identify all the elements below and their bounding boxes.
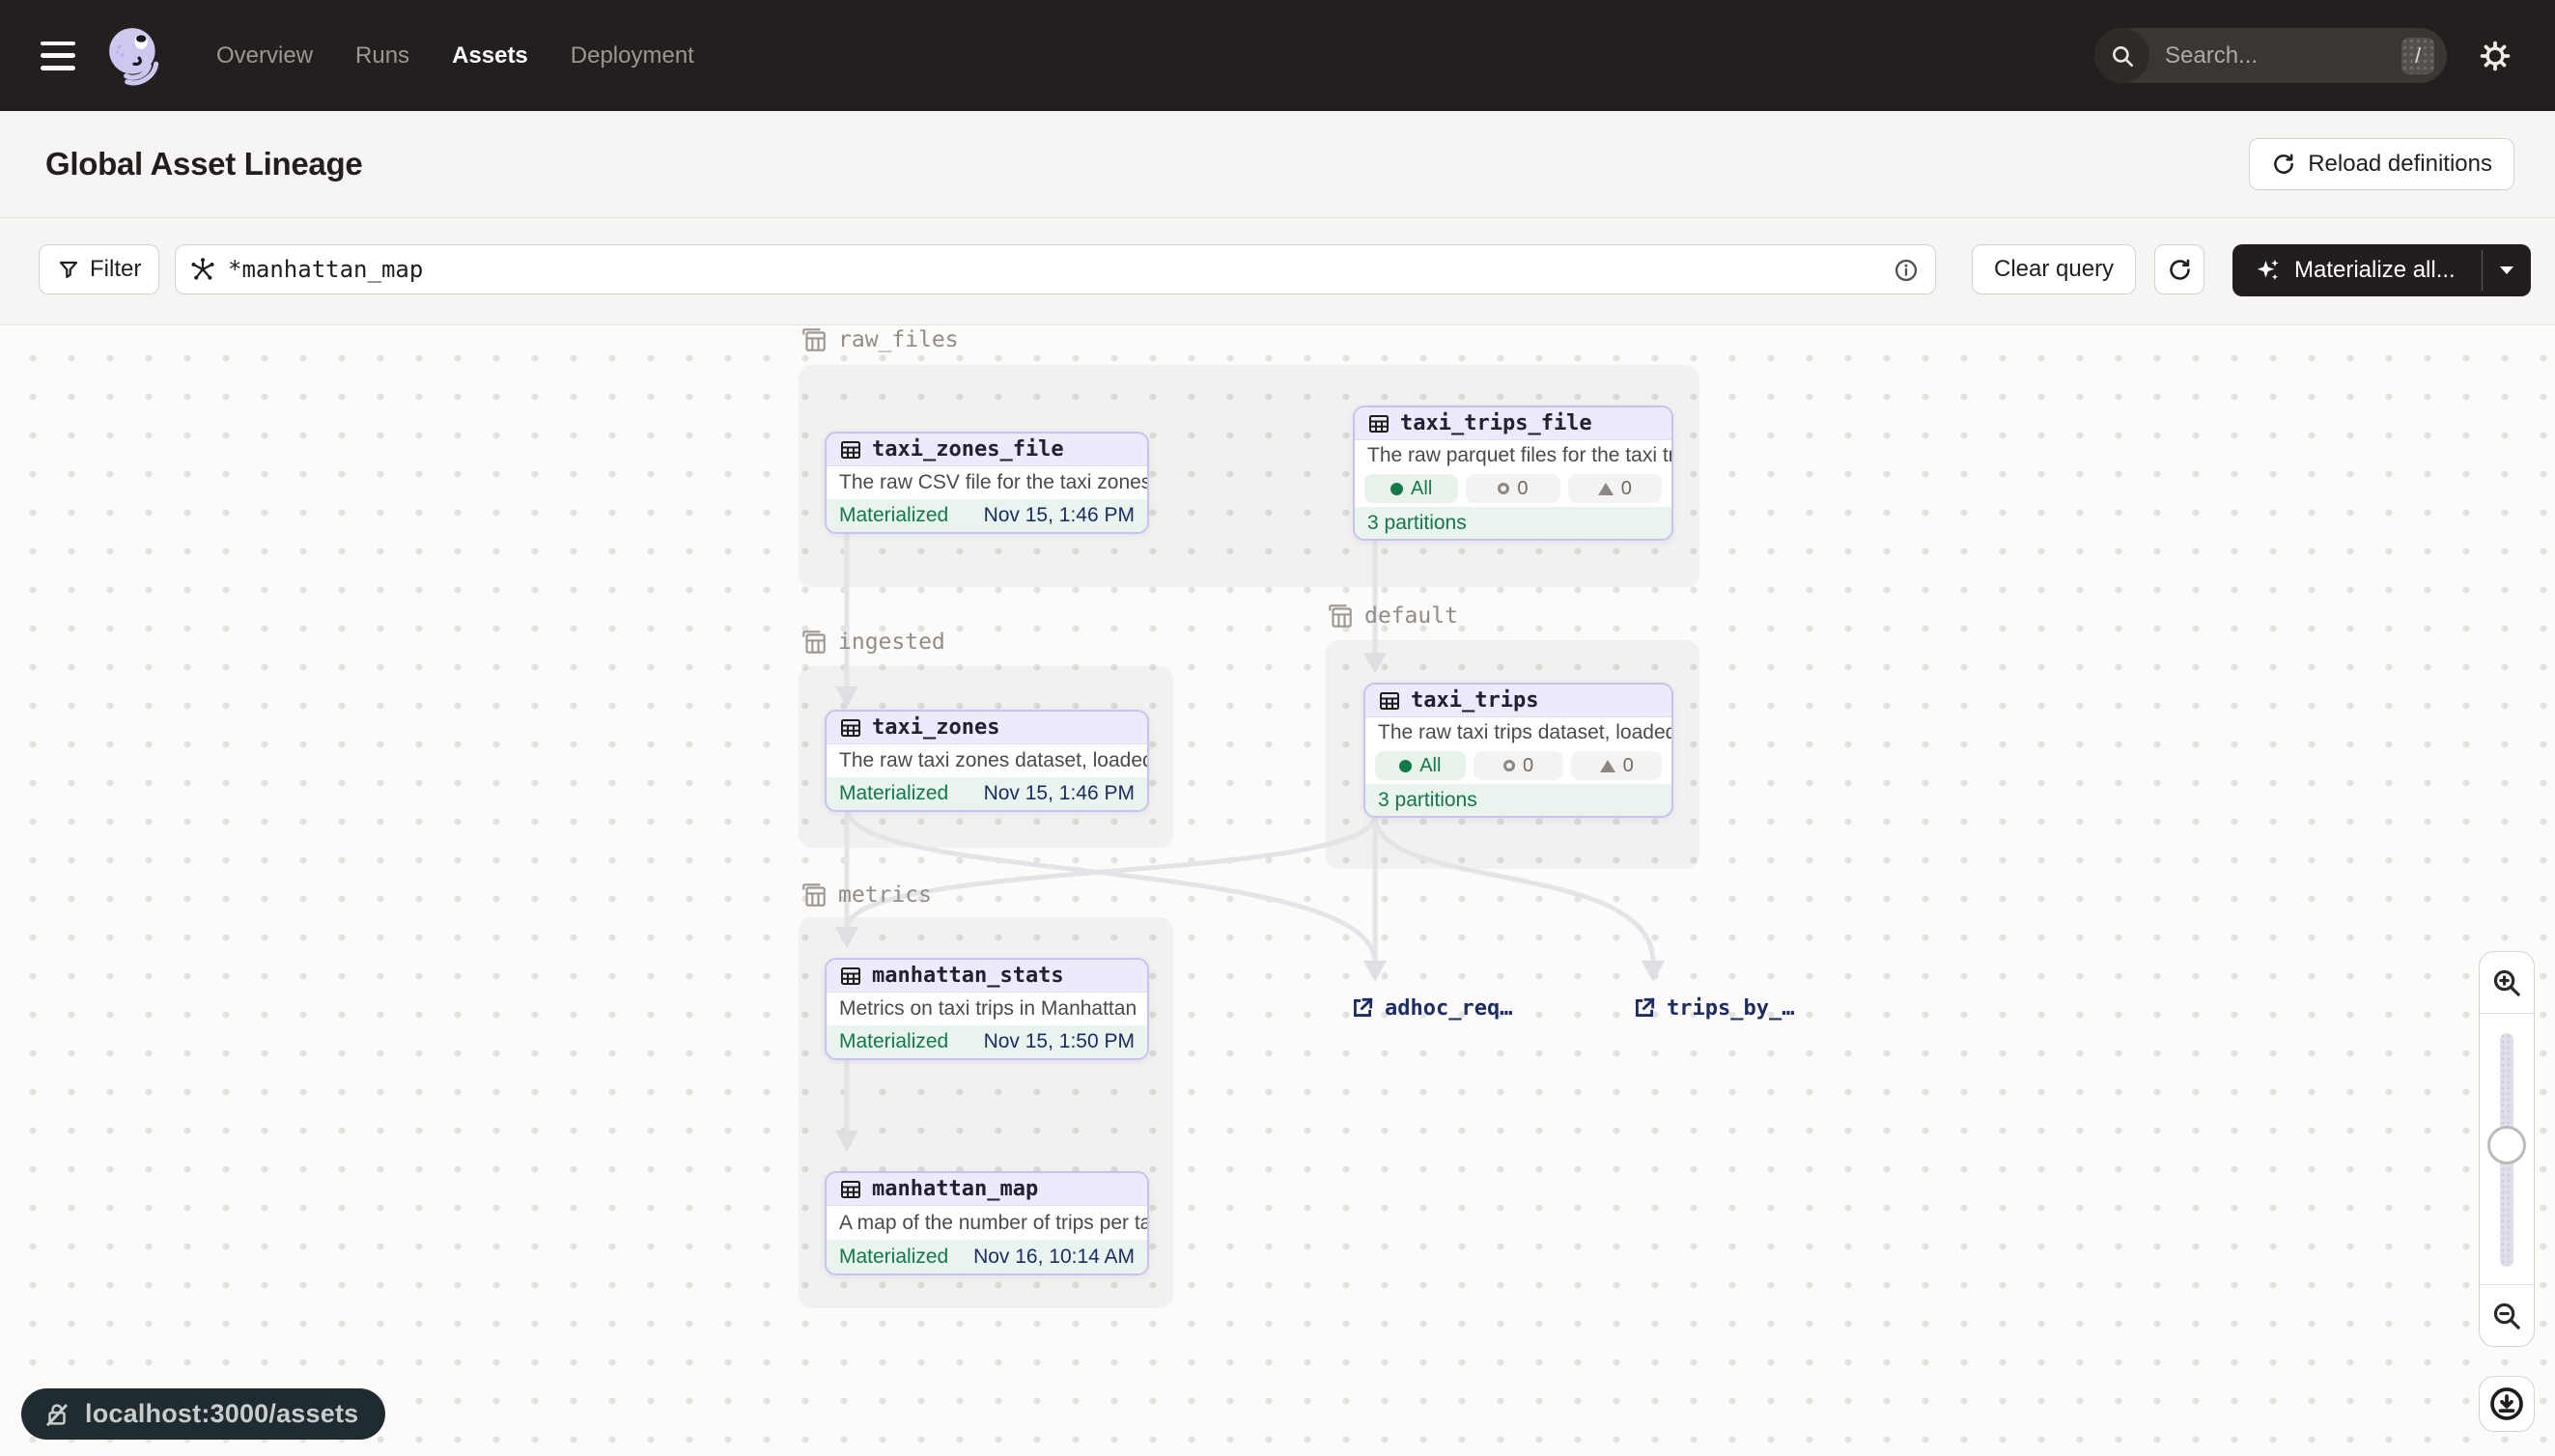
partitions-materialized-badge[interactable]: All (1375, 751, 1466, 780)
group-label-metrics[interactable]: metrics (800, 881, 932, 910)
zoom-control-panel (2479, 951, 2535, 1347)
materialize-dropdown-button[interactable] (2483, 244, 2531, 296)
table-icon (839, 1178, 862, 1201)
triangle-icon (1600, 760, 1615, 772)
dagster-logo (104, 24, 168, 88)
zoom-in-button[interactable] (2480, 952, 2534, 1014)
browser-url-pill: localhost:3000/assets (21, 1388, 385, 1440)
menu-icon[interactable] (41, 42, 77, 70)
asset-group-icon (800, 881, 828, 910)
status-badge: Materialized (839, 782, 948, 805)
reload-definitions-button[interactable]: Reload definitions (2249, 138, 2514, 190)
search-shortcut-badge: / (2401, 38, 2434, 74)
lineage-canvas[interactable]: raw_files ingested default metrics taxi_… (0, 325, 2555, 1456)
page-header: Global Asset Lineage Reload definitions (0, 111, 2555, 218)
refresh-icon (2271, 152, 2296, 177)
materialization-timestamp[interactable]: Nov 15, 1:46 PM (984, 782, 1135, 805)
external-link-icon (1350, 995, 1375, 1021)
download-icon (2487, 1385, 2526, 1423)
zoom-out-button[interactable] (2480, 1284, 2534, 1346)
lineage-toolbar: Filter Clear query (0, 218, 2555, 325)
sparkle-icon (2254, 256, 2283, 285)
asset-group-icon (800, 325, 828, 354)
asset-node-manhattan-map[interactable]: manhattan_map A map of the number of tri… (825, 1171, 1149, 1275)
partition-count: 3 partitions (1378, 789, 1477, 812)
asset-selection-input[interactable] (228, 256, 1881, 283)
materialization-timestamp[interactable]: Nov 15, 1:50 PM (984, 1030, 1135, 1053)
node-description: The raw CSV file for the taxi zones dat… (827, 466, 1147, 499)
lock-slash-icon (42, 1400, 71, 1429)
info-icon[interactable] (1893, 257, 1920, 284)
tab-assets[interactable]: Assets (452, 42, 528, 70)
group-label-ingested[interactable]: ingested (800, 628, 945, 657)
partition-health-row: All 0 0 (1365, 747, 1671, 784)
materialization-timestamp[interactable]: Nov 15, 1:46 PM (984, 504, 1135, 527)
partitions-failed-badge[interactable]: 0 (1466, 474, 1559, 503)
tab-runs[interactable]: Runs (355, 42, 409, 70)
node-description: The raw taxi zones dataset, loaded int… (827, 744, 1147, 777)
partitions-missing-badge[interactable]: 0 (1571, 751, 1662, 780)
search-icon (2094, 28, 2149, 83)
asset-node-taxi-trips[interactable]: taxi_trips The raw taxi trips dataset, l… (1363, 683, 1673, 818)
tab-overview[interactable]: Overview (216, 42, 313, 70)
ring-dot-icon (1503, 760, 1515, 771)
asset-node-taxi-trips-file[interactable]: taxi_trips_file The raw parquet files fo… (1353, 406, 1673, 541)
zoom-slider-handle[interactable] (2487, 1126, 2526, 1164)
table-icon (839, 438, 862, 462)
group-label-default[interactable]: default (1326, 602, 1458, 630)
table-icon (839, 965, 862, 988)
refresh-graph-button[interactable] (2154, 244, 2204, 294)
status-badge: Materialized (839, 1030, 948, 1053)
tab-deployment[interactable]: Deployment (571, 42, 694, 70)
download-graph-button[interactable] (2479, 1376, 2535, 1432)
filter-button[interactable]: Filter (39, 244, 159, 294)
asset-node-taxi-zones-file[interactable]: taxi_zones_file The raw CSV file for the… (825, 432, 1149, 534)
refresh-icon (2167, 257, 2193, 283)
top-nav: Overview Runs Assets Deployment Search..… (0, 0, 2555, 111)
asset-group-icon (800, 628, 828, 657)
table-icon (1378, 689, 1401, 713)
node-description: A map of the number of trips per taxi z… (827, 1206, 1147, 1240)
asset-group-icon (1326, 602, 1355, 630)
zoom-out-icon (2490, 1300, 2523, 1332)
filled-dot-icon (1399, 760, 1412, 772)
triangle-icon (1598, 483, 1614, 495)
asset-graph-icon (189, 256, 216, 283)
search-input[interactable]: Search... / (2094, 28, 2447, 83)
node-description: The raw taxi trips dataset, loaded into … (1365, 717, 1671, 747)
materialize-all-button[interactable]: Materialize all... (2232, 244, 2531, 296)
status-badge: Materialized (839, 504, 948, 527)
external-asset-adhoc-request[interactable]: adhoc_req… (1350, 995, 1512, 1021)
url-text: localhost:3000/assets (85, 1399, 358, 1429)
partition-count: 3 partitions (1367, 512, 1467, 535)
table-icon (839, 716, 862, 740)
partitions-missing-badge[interactable]: 0 (1568, 474, 1662, 503)
partition-health-row: All 0 0 (1355, 470, 1671, 507)
node-description: The raw parquet files for the taxi trips… (1355, 440, 1671, 470)
clear-query-button[interactable]: Clear query (1972, 244, 2136, 294)
status-badge: Materialized (839, 1246, 948, 1269)
partitions-materialized-badge[interactable]: All (1364, 474, 1458, 503)
table-icon (1367, 412, 1390, 435)
nav-tabs: Overview Runs Assets Deployment (216, 42, 694, 70)
external-link-icon (1632, 995, 1657, 1021)
search-placeholder: Search... (2165, 42, 2258, 70)
page-title: Global Asset Lineage (45, 146, 362, 182)
asset-node-taxi-zones[interactable]: taxi_zones The raw taxi zones dataset, l… (825, 710, 1149, 812)
filled-dot-icon (1390, 483, 1403, 495)
caret-down-icon (2498, 265, 2515, 276)
group-label-raw-files[interactable]: raw_files (800, 325, 959, 354)
asset-node-manhattan-stats[interactable]: manhattan_stats Metrics on taxi trips in… (825, 958, 1149, 1060)
zoom-in-icon (2490, 966, 2523, 999)
ring-dot-icon (1498, 483, 1509, 494)
external-asset-trips-by-week[interactable]: trips_by_… (1632, 995, 1794, 1021)
materialization-timestamp[interactable]: Nov 16, 10:14 AM (973, 1246, 1135, 1269)
asset-selection-input-wrap (175, 244, 1936, 294)
settings-gear-icon[interactable] (2476, 37, 2514, 75)
node-description: Metrics on taxi trips in Manhattan (827, 993, 1147, 1025)
filter-funnel-icon (57, 258, 80, 281)
partitions-failed-badge[interactable]: 0 (1474, 751, 1564, 780)
